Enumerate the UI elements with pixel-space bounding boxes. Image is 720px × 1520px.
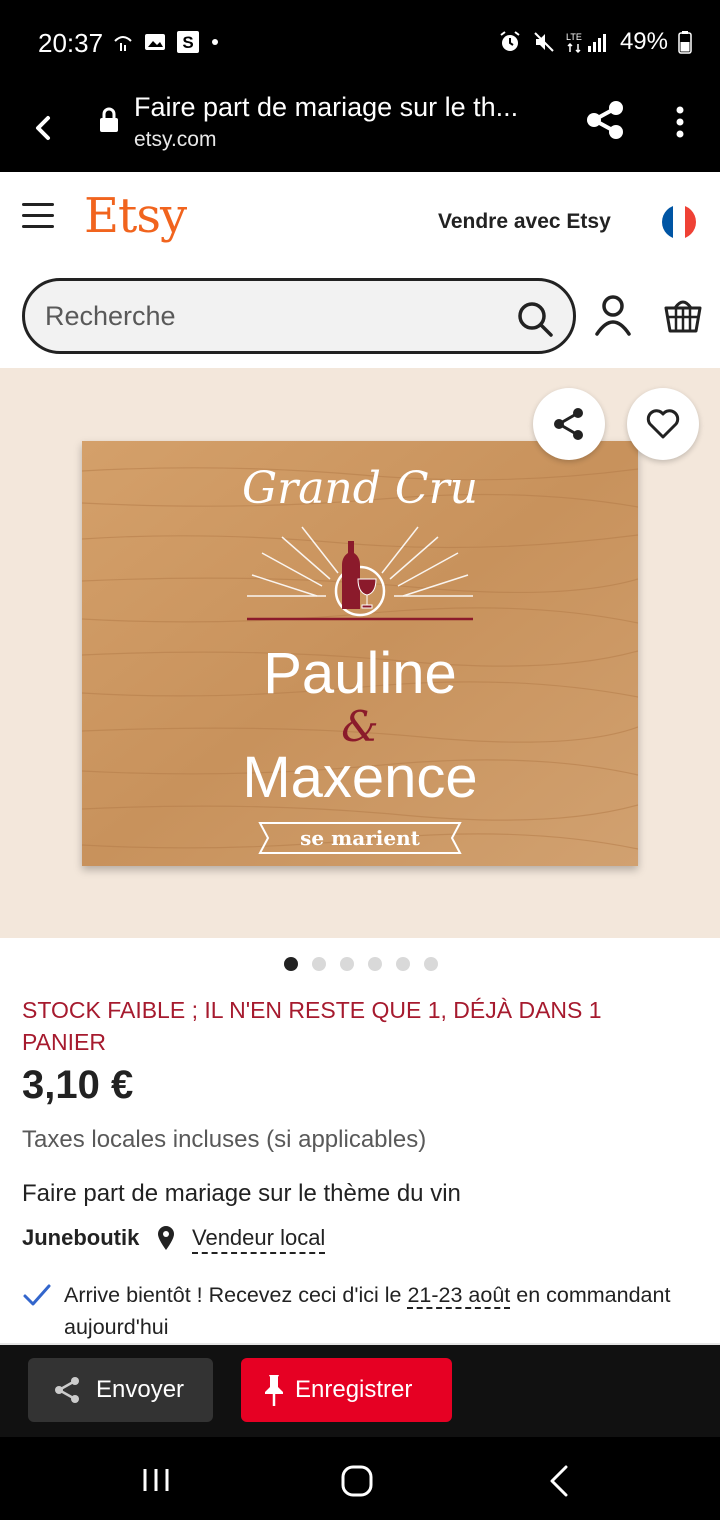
dot-icon [212,39,218,45]
mute-icon [534,32,554,52]
svg-text:S: S [182,33,193,52]
product-title: Faire part de mariage sur le thème du vi… [22,1180,461,1207]
system-icons: LTE 49% [498,28,692,56]
low-stock-notice: STOCK FAIBLE ; IL N'EN RESTE QUE 1, DÉJÀ… [22,997,602,1055]
more-options-icon[interactable] [666,102,694,142]
status-time: 20:37 [38,28,104,58]
user-account-icon[interactable] [594,294,632,336]
carousel-dot[interactable] [396,957,410,971]
location-pin-icon [158,1226,174,1250]
samsung-s-icon: S [177,31,199,53]
page-title[interactable]: Faire part de mariage sur le th... [134,92,554,123]
carousel-dot[interactable] [284,957,298,971]
alarm-icon [500,31,520,51]
etsy-logo[interactable]: Etsy [84,188,187,244]
flag-stripe-white [673,205,685,239]
card-name-1: Pauline [263,641,456,706]
wedding-card-illustration: Grand Cru Pauline & Maxence se marient [82,441,638,866]
product-image[interactable]: Grand Cru Pauline & Maxence se marient [82,441,638,866]
search-input[interactable] [45,293,505,339]
share-icon [554,408,583,440]
flag-stripe-blue [662,205,674,239]
home-icon[interactable] [341,1465,373,1497]
recent-apps-icon[interactable] [142,1467,170,1493]
save-button-label: Enregistrer [295,1376,413,1403]
sell-with-etsy-link[interactable]: Vendre avec Etsy [438,210,611,234]
card-name-2: Maxence [242,745,477,810]
french-flag-icon[interactable] [662,205,696,239]
carousel-dot[interactable] [312,957,326,971]
card-ribbon: se marient [300,826,420,850]
carousel-dot[interactable] [424,957,438,971]
battery-icon [678,31,692,54]
page-url[interactable]: etsy.com [134,128,216,152]
delivery-estimate: Arrive bientôt ! Recevez ceci d'ici le 2… [64,1279,684,1343]
share-icon [55,1377,79,1403]
notification-icons: S [112,30,220,54]
back-nav-icon[interactable] [548,1465,570,1497]
share-icon[interactable] [584,98,628,142]
flag-stripe-red [684,205,696,239]
heart-icon [646,409,680,439]
product-price: 3,10 € [22,1063,134,1107]
card-heading: Grand Cru [242,463,478,514]
system-navigation-bar [0,1437,720,1520]
battery-percentage: 49% [619,28,668,55]
browser-toolbar: Faire part de mariage sur le th... etsy.… [0,86,720,172]
send-button[interactable]: Envoyer [28,1358,213,1422]
gallery-icon [145,34,165,50]
carousel-dot[interactable] [368,957,382,971]
carousel-dot[interactable] [340,957,354,971]
checkmark-icon [23,1284,51,1306]
favorite-button[interactable] [627,388,699,460]
taxes-note: Taxes locales incluses (si applicables) [22,1126,427,1153]
share-product-button[interactable] [533,388,605,460]
wifi-calling-icon [114,36,132,51]
status-bar: 20:37 S LTE 49% [0,0,720,86]
back-arrow-icon[interactable] [28,108,56,148]
send-button-label: Envoyer [96,1376,185,1403]
menu-hamburger-icon[interactable] [22,203,54,229]
shop-name-link[interactable]: Juneboutik [22,1225,139,1251]
card-ampersand: & [341,702,378,751]
local-seller-link[interactable]: Vendeur local [192,1225,326,1254]
svg-text:LTE: LTE [566,32,582,42]
cart-basket-icon[interactable] [664,294,702,334]
delivery-prefix: Arrive bientôt ! Recevez ceci d'ici le [64,1283,408,1307]
lock-icon[interactable] [98,106,120,134]
carousel-indicator [284,957,438,971]
product-image-gallery[interactable]: Grand Cru Pauline & Maxence se marient [0,368,720,938]
pushpin-icon [265,1375,283,1406]
pinterest-share-bar: Envoyer Enregistrer [0,1345,720,1437]
lte-signal-icon: LTE [566,32,606,54]
search-bar[interactable] [22,278,576,354]
save-button[interactable]: Enregistrer [241,1358,452,1422]
search-icon[interactable] [515,299,555,339]
delivery-dates-link[interactable]: 21-23 août [407,1283,511,1309]
